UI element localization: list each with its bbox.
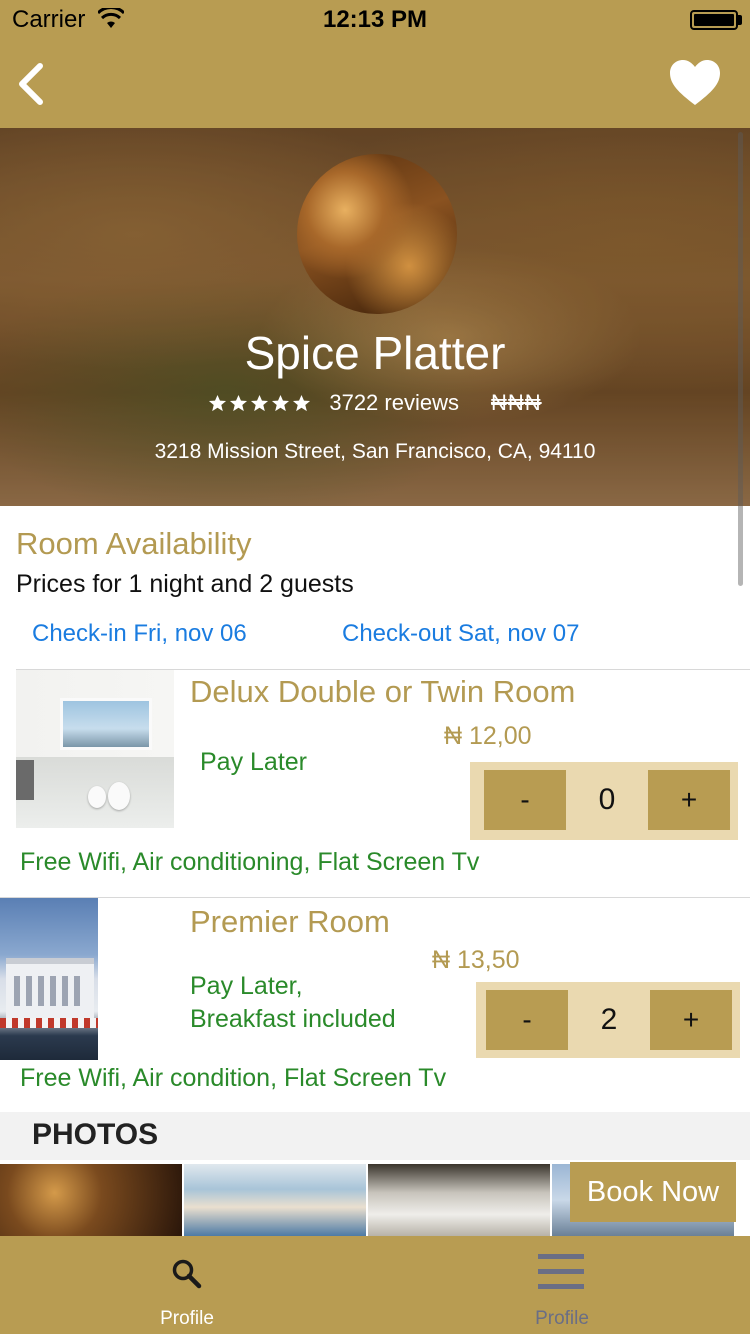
section-title-room-availability: Room Availability <box>16 526 252 561</box>
room-photo-premier[interactable] <box>0 898 98 1060</box>
review-count: 3722 reviews <box>329 390 459 415</box>
scroll-indicator <box>738 132 743 586</box>
photos-title: PHOTOS <box>32 1118 159 1151</box>
nav-bar <box>0 40 750 128</box>
checkin-date-link[interactable]: Check-in Fri, nov 06 <box>32 620 247 648</box>
photo-thumbnail[interactable] <box>368 1164 550 1236</box>
battery-icon <box>690 10 738 30</box>
increment-button[interactable]: + <box>648 770 730 830</box>
room-photo-delux[interactable] <box>16 670 174 828</box>
photos-header: PHOTOS <box>0 1112 750 1160</box>
decrement-button[interactable]: - <box>484 770 566 830</box>
star-rating <box>208 394 311 413</box>
tab-label: Profile <box>535 1308 589 1329</box>
quantity-value: 0 <box>598 783 616 816</box>
room-payment: Pay Later <box>200 748 308 776</box>
decrement-button[interactable]: - <box>486 990 568 1050</box>
tab-bar: Profile Profile <box>0 1236 750 1334</box>
room-title: Delux Double or Twin Room <box>190 674 576 709</box>
room-price: ₦ 12,00 <box>444 722 532 750</box>
book-now-button[interactable]: Book Now <box>570 1162 736 1222</box>
star-icon <box>251 394 269 411</box>
room-amenities: Free Wifi, Air conditioning, Flat Screen… <box>20 848 480 876</box>
availability-subtitle: Prices for 1 night and 2 guests <box>16 570 354 598</box>
menu-icon <box>538 1254 584 1289</box>
price-level: ₦₦₦ <box>490 390 542 415</box>
star-icon <box>230 394 248 411</box>
rating-row: 3722 reviews ₦₦₦ <box>0 390 750 416</box>
increment-button[interactable]: + <box>650 990 732 1050</box>
status-bar: Carrier 12:13 PM <box>0 0 750 40</box>
restaurant-avatar <box>297 154 457 314</box>
photo-thumbnail[interactable] <box>184 1164 366 1236</box>
favorite-heart-icon[interactable] <box>668 58 722 108</box>
restaurant-address: 3218 Mission Street, San Francisco, CA, … <box>154 440 596 463</box>
checkout-date-link[interactable]: Check-out Sat, nov 07 <box>342 620 579 648</box>
room-payment-line1: Pay Later, <box>190 972 303 1000</box>
tab-profile-search[interactable]: Profile <box>87 1236 287 1334</box>
tab-profile-menu[interactable]: Profile <box>462 1236 662 1334</box>
clock: 12:13 PM <box>322 6 428 33</box>
room-amenities: Free Wifi, Air condition, Flat Screen Tv <box>20 1064 447 1092</box>
room-quantity-stepper: - 0 + <box>470 762 738 840</box>
search-icon <box>172 1259 202 1289</box>
restaurant-name: Spice Platter <box>244 327 506 379</box>
room-title: Premier Room <box>190 904 390 939</box>
back-chevron-icon[interactable] <box>12 60 48 108</box>
room-quantity-stepper: - 2 + <box>476 982 740 1058</box>
room-payment-line2: Breakfast included <box>190 1005 396 1033</box>
quantity-value: 2 <box>600 1003 618 1036</box>
restaurant-hero: Spice Platter 3722 reviews ₦₦₦ 3218 Miss… <box>0 128 750 506</box>
star-icon <box>209 394 227 411</box>
star-icon <box>272 394 290 411</box>
battery-tip <box>738 15 742 25</box>
star-icon <box>293 394 311 411</box>
room-price: ₦ 13,50 <box>432 946 520 974</box>
photo-thumbnail[interactable] <box>0 1164 182 1236</box>
divider <box>0 897 750 898</box>
tab-label: Profile <box>160 1308 214 1329</box>
